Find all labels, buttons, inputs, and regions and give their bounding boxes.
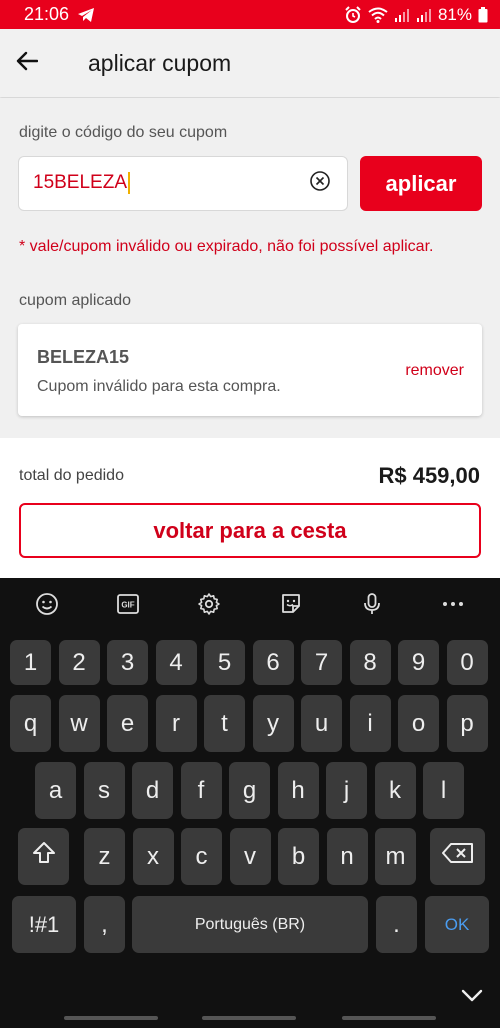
applied-coupon-description: Cupom inválido para esta compra. <box>37 378 281 395</box>
signal-icon-2 <box>416 7 432 23</box>
coupon-input[interactable]: 15BELEZA <box>33 172 307 195</box>
settings-icon[interactable] <box>189 584 229 624</box>
page-title: aplicar cupom <box>88 49 232 76</box>
coupon-input-value: 15BELEZA <box>33 172 127 194</box>
coupon-section: digite o código do seu cupom 15BELEZA ap… <box>0 98 500 438</box>
comma-key[interactable]: , <box>84 896 125 953</box>
space-key[interactable]: Português (BR) <box>132 896 368 953</box>
letter-key-n[interactable]: n <box>326 828 368 885</box>
wifi-icon <box>368 7 388 23</box>
gif-icon-text: GIF <box>121 601 134 610</box>
letter-key-q[interactable]: q <box>10 695 51 752</box>
emoji-icon[interactable] <box>27 584 67 624</box>
applied-coupon-card: BELEZA15 Cupom inválido para esta compra… <box>18 324 482 416</box>
nav-back-indicator[interactable] <box>64 1016 158 1020</box>
alarm-icon <box>344 5 362 24</box>
ok-key[interactable]: OK <box>425 896 489 953</box>
battery-percent: 81% <box>437 4 472 24</box>
number-key-9[interactable]: 9 <box>398 640 439 685</box>
coupon-input-container[interactable]: 15BELEZA <box>18 156 348 211</box>
status-bar: 21:06 81% <box>0 0 500 29</box>
letter-key-o[interactable]: o <box>398 695 439 752</box>
remove-coupon-link[interactable]: remover <box>405 362 464 380</box>
letter-key-l[interactable]: l <box>423 762 464 819</box>
letter-key-j[interactable]: j <box>326 762 367 819</box>
letter-key-i[interactable]: i <box>349 695 391 752</box>
letter-key-b[interactable]: b <box>278 828 319 885</box>
coupon-error-message: * vale/cupom inválido ou expirado, não f… <box>19 238 434 255</box>
number-key-6[interactable]: 6 <box>252 640 294 685</box>
letter-key-u[interactable]: u <box>301 695 342 752</box>
letter-key-k[interactable]: k <box>374 762 416 819</box>
coupon-field-label: digite o código do seu cupom <box>19 124 228 141</box>
letter-key-f[interactable]: f <box>180 762 222 819</box>
keyboard-toolbar: GIF <box>0 578 500 630</box>
letter-key-t[interactable]: t <box>204 695 245 752</box>
number-key-0[interactable]: 0 <box>446 640 488 685</box>
shift-icon <box>31 840 57 873</box>
number-key-8[interactable]: 8 <box>349 640 391 685</box>
status-time: 21:06 <box>24 4 70 24</box>
app-bar: aplicar cupom <box>0 29 500 97</box>
letter-key-v[interactable]: v <box>229 828 271 885</box>
apply-coupon-button[interactable]: aplicar <box>360 156 482 211</box>
collapse-keyboard-button[interactable] <box>456 981 488 1013</box>
number-key-4[interactable]: 4 <box>155 640 197 685</box>
letter-key-x[interactable]: x <box>132 828 174 885</box>
order-total-label: total do pedido <box>19 467 124 484</box>
letter-key-a[interactable]: a <box>35 762 76 819</box>
number-key-5[interactable]: 5 <box>204 640 245 685</box>
letter-key-g[interactable]: g <box>229 762 270 819</box>
shift-key[interactable] <box>18 828 69 885</box>
clear-input-button[interactable] <box>307 171 333 197</box>
applied-coupon-label: cupom aplicado <box>19 292 132 309</box>
backspace-key[interactable] <box>430 828 485 885</box>
telegram-icon <box>77 7 95 23</box>
soft-keyboard: GIF 1234567890 qwertyuiop asdfghjkl zxcv… <box>0 578 500 1028</box>
sticker-icon[interactable] <box>271 584 311 624</box>
clear-circle-icon <box>309 170 331 197</box>
back-button[interactable] <box>0 29 54 97</box>
applied-coupon-code: BELEZA15 <box>37 347 130 367</box>
signal-icon <box>394 7 410 23</box>
order-total-value: R$ 459,00 <box>378 463 480 488</box>
letter-key-r[interactable]: r <box>155 695 197 752</box>
letter-key-m[interactable]: m <box>375 828 416 885</box>
nav-home-indicator[interactable] <box>202 1016 296 1020</box>
letter-key-z[interactable]: z <box>84 828 125 885</box>
back-to-basket-button[interactable]: voltar para a cesta <box>19 503 481 558</box>
text-caret <box>128 172 130 195</box>
order-footer: total do pedido R$ 459,00 voltar para a … <box>0 438 500 578</box>
number-key-1[interactable]: 1 <box>10 640 51 685</box>
number-key-7[interactable]: 7 <box>301 640 342 685</box>
backspace-icon <box>441 842 474 871</box>
chevron-down-icon <box>460 987 484 1008</box>
letter-key-s[interactable]: s <box>83 762 125 819</box>
nav-recent-indicator[interactable] <box>342 1016 436 1020</box>
letter-key-e[interactable]: e <box>107 695 148 752</box>
period-key[interactable]: . <box>376 896 417 953</box>
letter-key-w[interactable]: w <box>58 695 100 752</box>
arrow-left-icon <box>16 51 39 76</box>
gif-icon[interactable]: GIF <box>108 584 148 624</box>
number-key-2[interactable]: 2 <box>58 640 100 685</box>
letter-key-c[interactable]: c <box>181 828 222 885</box>
letter-key-d[interactable]: d <box>132 762 173 819</box>
letter-key-p[interactable]: p <box>446 695 488 752</box>
number-key-3[interactable]: 3 <box>107 640 148 685</box>
battery-icon <box>478 6 488 23</box>
letter-key-y[interactable]: y <box>252 695 294 752</box>
letter-key-h[interactable]: h <box>277 762 319 819</box>
microphone-icon[interactable] <box>352 584 392 624</box>
more-icon[interactable] <box>433 584 473 624</box>
symbols-key[interactable]: !#1 <box>12 896 76 953</box>
